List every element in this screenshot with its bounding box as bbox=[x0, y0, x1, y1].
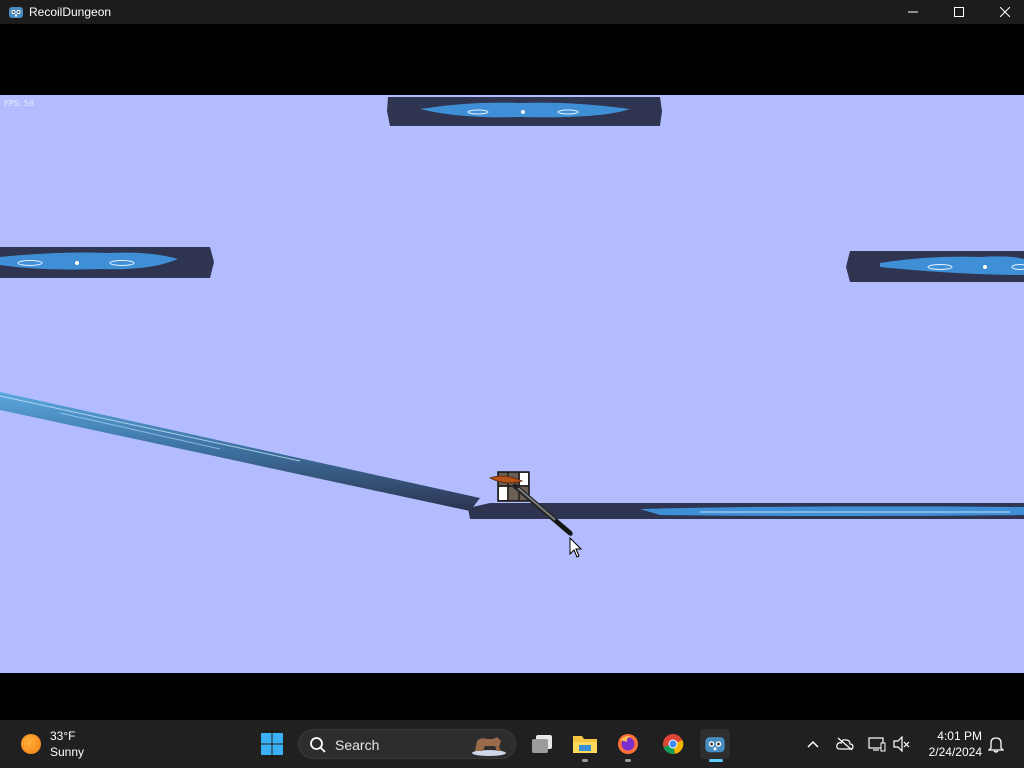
godot-app-icon bbox=[9, 7, 23, 18]
close-icon bbox=[1000, 7, 1010, 17]
chrome-button[interactable] bbox=[658, 729, 688, 759]
running-indicator bbox=[582, 759, 588, 762]
clock-date[interactable]: 2/24/2024 bbox=[920, 745, 982, 759]
task-view-icon bbox=[532, 735, 552, 753]
firefox-icon bbox=[618, 734, 638, 754]
floating-platform bbox=[846, 251, 1024, 282]
minimize-icon bbox=[908, 11, 918, 13]
godot-icon bbox=[705, 737, 725, 753]
taskbar-search-box[interactable]: Search bbox=[298, 729, 516, 759]
letterbox-top bbox=[0, 24, 1024, 95]
windows-start-icon[interactable] bbox=[260, 732, 284, 756]
file-explorer-button[interactable] bbox=[570, 729, 600, 759]
maximize-icon bbox=[954, 7, 964, 17]
volume-muted-icon bbox=[893, 736, 910, 752]
network-icon bbox=[868, 737, 886, 752]
window-title: RecoilDungeon bbox=[29, 5, 112, 19]
firefox-button[interactable] bbox=[613, 729, 643, 759]
volume-tray-button[interactable] bbox=[892, 734, 912, 754]
sun-icon[interactable] bbox=[21, 734, 41, 754]
maximize-button[interactable] bbox=[936, 0, 982, 24]
search-label: Search bbox=[335, 737, 380, 753]
sloped-ramp bbox=[0, 392, 480, 511]
weather-temperature[interactable]: 33°F bbox=[50, 729, 75, 743]
search-highlight-icon bbox=[472, 737, 506, 756]
close-button[interactable] bbox=[982, 0, 1024, 24]
fps-counter: FPS: 58 bbox=[4, 99, 34, 108]
weather-condition[interactable]: Sunny bbox=[50, 745, 84, 759]
minimize-button[interactable] bbox=[890, 0, 936, 24]
onedrive-tray-button[interactable] bbox=[835, 734, 855, 754]
task-view-button[interactable] bbox=[527, 729, 557, 759]
game-scene bbox=[0, 97, 1024, 558]
network-tray-button[interactable] bbox=[867, 734, 887, 754]
chrome-icon bbox=[663, 734, 684, 754]
cloud-off-icon bbox=[836, 737, 854, 751]
show-hidden-icons-button[interactable] bbox=[803, 734, 823, 754]
active-indicator bbox=[709, 759, 723, 762]
letterbox-bottom bbox=[0, 673, 1024, 720]
clock-time[interactable]: 4:01 PM bbox=[920, 729, 982, 743]
chevron-up-icon bbox=[807, 740, 819, 748]
game-viewport[interactable]: FPS: 58 bbox=[0, 95, 1024, 673]
player-character bbox=[488, 471, 530, 502]
folder-icon bbox=[573, 736, 597, 753]
mouse-cursor bbox=[569, 536, 583, 558]
godot-taskbar-button[interactable] bbox=[700, 729, 730, 759]
floating-platform bbox=[387, 97, 662, 126]
running-indicator bbox=[625, 759, 631, 762]
bell-icon bbox=[988, 737, 1004, 753]
notification-button[interactable] bbox=[986, 734, 1006, 754]
window-title-bar[interactable]: RecoilDungeon bbox=[0, 0, 1024, 24]
search-icon bbox=[310, 737, 326, 753]
floating-platform bbox=[0, 247, 214, 278]
